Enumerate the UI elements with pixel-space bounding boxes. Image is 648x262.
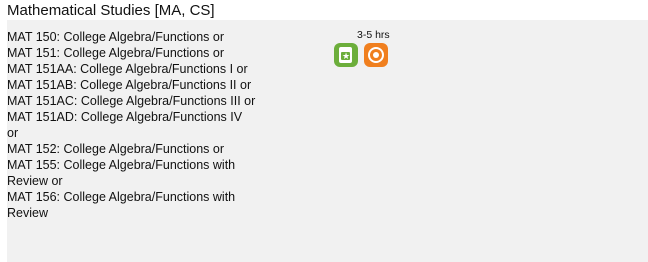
course-line: Review — [7, 206, 48, 220]
course-line: MAT 150: College Algebra/Functions or — [7, 30, 225, 44]
course-line: MAT 151AD: College Algebra/Functions IV — [7, 110, 243, 124]
course-list: MAT 150: College Algebra/Functions or MA… — [7, 29, 327, 221]
course-line: MAT 155: College Algebra/Functions with — [7, 158, 236, 172]
course-line: MAT 151AC: College Algebra/Functions III… — [7, 94, 256, 108]
course-line: Review or — [7, 174, 63, 188]
ring-icon — [368, 47, 384, 63]
credit-hours: 3-5 hrs — [357, 29, 390, 41]
requirement-body: MAT 150: College Algebra/Functions or MA… — [7, 20, 648, 262]
section-title: Mathematical Studies [MA, CS] — [7, 2, 215, 19]
star-icon: ★ — [341, 52, 351, 62]
course-line: MAT 152: College Algebra/Functions or — [7, 142, 225, 156]
course-line: MAT 151AB: College Algebra/Functions II … — [7, 78, 252, 92]
hybrid-course-icon[interactable] — [364, 43, 388, 67]
course-line: MAT 151: College Algebra/Functions or — [7, 46, 225, 60]
course-line: or — [7, 126, 19, 140]
requirement-panel: Mathematical Studies [MA, CS] MAT 150: C… — [7, 0, 648, 262]
course-line: MAT 151AA: College Algebra/Functions I o… — [7, 62, 248, 76]
online-course-icon[interactable]: ★ — [334, 43, 358, 67]
course-line: MAT 156: College Algebra/Functions with — [7, 190, 236, 204]
